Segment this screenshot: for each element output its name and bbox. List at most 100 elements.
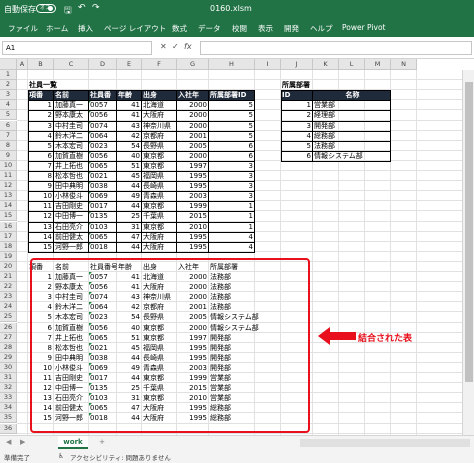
tab-home[interactable]: ホーム bbox=[46, 23, 68, 34]
column-header-a[interactable]: A bbox=[17, 59, 28, 70]
enter-icon[interactable]: ✓ bbox=[172, 42, 179, 51]
column-header-i[interactable]: I bbox=[255, 59, 281, 70]
row-header-1[interactable]: 1 bbox=[0, 70, 17, 81]
table1-header[interactable]: 年齢 bbox=[117, 90, 142, 101]
cell[interactable]: 0021 bbox=[89, 171, 117, 181]
cell[interactable]: 4 bbox=[28, 131, 54, 141]
row-header-36[interactable]: 36 bbox=[0, 423, 17, 434]
column-header-e[interactable]: E bbox=[117, 59, 142, 70]
cell[interactable]: 0056 bbox=[89, 110, 117, 120]
cell[interactable]: 鈴木洋二 bbox=[54, 131, 89, 141]
cell[interactable]: 営業部 bbox=[313, 100, 391, 110]
row-header-27[interactable]: 27 bbox=[0, 332, 17, 343]
cell[interactable]: 47 bbox=[117, 232, 142, 242]
row-header-16[interactable]: 16 bbox=[0, 221, 17, 232]
cell[interactable]: 45 bbox=[117, 171, 142, 181]
cell[interactable]: 0069 bbox=[89, 191, 117, 201]
table1-header[interactable]: 名前 bbox=[54, 90, 89, 101]
row-header-7[interactable]: 7 bbox=[0, 130, 17, 141]
column-header-m[interactable]: M bbox=[365, 59, 391, 70]
cell[interactable]: 0135 bbox=[89, 211, 117, 221]
add-sheet-button[interactable]: + bbox=[96, 437, 108, 449]
column-header-n[interactable]: N bbox=[391, 59, 417, 70]
tab-help[interactable]: ヘルプ bbox=[310, 23, 333, 34]
cell[interactable]: 5 bbox=[209, 110, 255, 120]
tab-page-layout[interactable]: ページ レイアウト bbox=[104, 23, 166, 34]
cell[interactable]: 1995 bbox=[177, 171, 209, 181]
tab-formulas[interactable]: 数式 bbox=[172, 23, 187, 34]
cell[interactable]: 神奈川県 bbox=[142, 121, 177, 131]
cell[interactable]: 3 bbox=[28, 121, 54, 131]
cell[interactable]: 1 bbox=[28, 100, 54, 110]
cell[interactable]: 4 bbox=[209, 242, 255, 252]
cell[interactable]: 3 bbox=[209, 191, 255, 201]
table2-header[interactable]: 名称 bbox=[313, 90, 391, 101]
tab-insert[interactable]: 挿入 bbox=[78, 23, 93, 34]
cell[interactable]: 2010 bbox=[177, 222, 209, 232]
sheet-tab-work[interactable]: work bbox=[58, 436, 88, 449]
cell[interactable]: 41 bbox=[117, 100, 142, 110]
cell[interactable]: 1 bbox=[209, 222, 255, 232]
column-header-h[interactable]: H bbox=[209, 59, 255, 70]
cell[interactable]: 石田亮介 bbox=[54, 222, 89, 232]
row-header-33[interactable]: 33 bbox=[0, 393, 17, 404]
table2-header[interactable]: ID bbox=[281, 90, 313, 101]
row-header-28[interactable]: 28 bbox=[0, 342, 17, 353]
row-header-21[interactable]: 21 bbox=[0, 272, 17, 283]
cell[interactable]: 社員一覧 bbox=[28, 80, 108, 90]
cell[interactable]: 43 bbox=[117, 121, 142, 131]
table1-header[interactable]: 社員番号 bbox=[89, 90, 117, 109]
tab-file[interactable]: ファイル bbox=[8, 23, 38, 34]
cell[interactable]: 44 bbox=[117, 181, 142, 191]
cell[interactable]: 3 bbox=[209, 171, 255, 181]
cell[interactable]: 0074 bbox=[89, 121, 117, 131]
cell[interactable]: 大阪府 bbox=[142, 110, 177, 120]
cell[interactable]: 情報システム部 bbox=[313, 151, 391, 161]
cell[interactable]: 51 bbox=[117, 161, 142, 171]
cancel-icon[interactable]: ✕ bbox=[160, 42, 167, 51]
row-header-31[interactable]: 31 bbox=[0, 373, 17, 384]
cell[interactable]: 小林俊斗 bbox=[54, 191, 89, 201]
cell[interactable]: 1 bbox=[209, 211, 255, 221]
row-header-29[interactable]: 29 bbox=[0, 352, 17, 363]
cell[interactable]: 吉田剛史 bbox=[54, 201, 89, 211]
tab-view[interactable]: 表示 bbox=[258, 23, 273, 34]
cell[interactable]: 0103 bbox=[89, 222, 117, 232]
cell[interactable]: 2001 bbox=[177, 131, 209, 141]
column-header-l[interactable]: L bbox=[339, 59, 365, 70]
cell[interactable]: 2005 bbox=[177, 141, 209, 151]
cell[interactable]: 北海道 bbox=[142, 100, 177, 110]
cell[interactable]: 0064 bbox=[89, 131, 117, 141]
cell[interactable]: 54 bbox=[117, 141, 142, 151]
column-header-d[interactable]: D bbox=[89, 59, 117, 70]
cell[interactable]: 49 bbox=[117, 191, 142, 201]
cell[interactable]: 0065 bbox=[89, 161, 117, 171]
tab-data[interactable]: データ bbox=[198, 23, 221, 34]
column-header-f[interactable]: F bbox=[142, 59, 177, 70]
cell[interactable]: 2000 bbox=[177, 151, 209, 161]
row-header-30[interactable]: 30 bbox=[0, 362, 17, 373]
row-header-35[interactable]: 35 bbox=[0, 413, 17, 424]
cell[interactable]: 大阪府 bbox=[142, 232, 177, 242]
cell[interactable]: 25 bbox=[117, 211, 142, 221]
cell[interactable]: 12 bbox=[28, 211, 54, 221]
row-header-12[interactable]: 12 bbox=[0, 181, 17, 192]
column-header-b[interactable]: B bbox=[28, 59, 54, 70]
cell[interactable]: 41 bbox=[117, 110, 142, 120]
cell[interactable]: 1995 bbox=[177, 232, 209, 242]
row-header-10[interactable]: 10 bbox=[0, 160, 17, 171]
accessibility-icon[interactable]: ♿ bbox=[58, 452, 64, 460]
next-sheet-icon[interactable]: ▶ bbox=[20, 438, 25, 446]
fx-icon[interactable]: fx bbox=[184, 42, 192, 51]
column-header-j[interactable]: J bbox=[281, 59, 313, 70]
cell[interactable]: 42 bbox=[117, 131, 142, 141]
cell[interactable]: 総務部 bbox=[313, 131, 391, 141]
cell[interactable]: 5 bbox=[209, 131, 255, 141]
undo-icon[interactable]: ↶ bbox=[78, 3, 86, 13]
cell[interactable]: 所属部署 bbox=[281, 80, 341, 90]
cell[interactable]: 4 bbox=[281, 131, 313, 141]
cell[interactable]: 2 bbox=[281, 110, 313, 120]
cell[interactable]: 千葉県 bbox=[142, 211, 177, 221]
row-header-34[interactable]: 34 bbox=[0, 403, 17, 414]
cell[interactable]: 5 bbox=[209, 100, 255, 110]
